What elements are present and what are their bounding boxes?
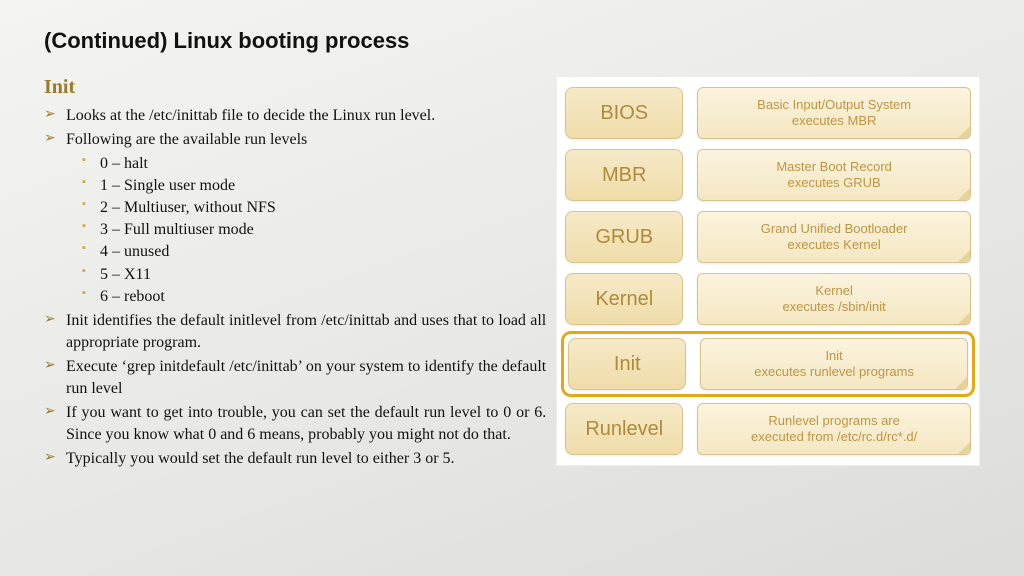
text-column: Init Looks at the /etc/inittab file to d… xyxy=(44,76,546,472)
stage-description: Master Boot Recordexecutes GRUB xyxy=(697,149,971,201)
diagram-row-bios: BIOS Basic Input/Output Systemexecutes MB… xyxy=(565,87,971,139)
stage-description: Kernelexecutes /sbin/init xyxy=(697,273,971,325)
sub-bullet-item: 2 – Multiuser, without NFS xyxy=(82,197,546,219)
diagram-row-mbr: MBR Master Boot Recordexecutes GRUB xyxy=(565,149,971,201)
sub-bullet-item: 3 – Full multiuser mode xyxy=(82,219,546,241)
stage-description: Basic Input/Output Systemexecutes MBR xyxy=(697,87,971,139)
diagram-row-grub: GRUB Grand Unified Bootloaderexecutes Ker… xyxy=(565,211,971,263)
content-area: Init Looks at the /etc/inittab file to d… xyxy=(44,76,980,472)
slide: (Continued) Linux booting process Init L… xyxy=(0,0,1024,576)
bullet-item: Typically you would set the default run … xyxy=(44,448,546,470)
stage-label: GRUB xyxy=(565,211,683,263)
stage-label: BIOS xyxy=(565,87,683,139)
diagram-row-init: Init Initexecutes runlevel programs xyxy=(561,331,975,397)
sub-bullet-item: 1 – Single user mode xyxy=(82,175,546,197)
stage-label: Init xyxy=(568,338,686,390)
sub-bullet-item: 0 – halt xyxy=(82,153,546,175)
diagram-row-runlevel: Runlevel Runlevel programs areexecuted fr… xyxy=(565,403,971,455)
bullet-item: Following are the available run levels xyxy=(44,129,546,151)
sub-bullet-item: 4 – unused xyxy=(82,241,546,263)
bullet-item: If you want to get into trouble, you can… xyxy=(44,402,546,446)
stage-description: Initexecutes runlevel programs xyxy=(700,338,968,390)
bullet-item: Looks at the /etc/inittab file to decide… xyxy=(44,105,546,127)
stage-description: Runlevel programs areexecuted from /etc/… xyxy=(697,403,971,455)
slide-title: (Continued) Linux booting process xyxy=(44,28,980,54)
stage-label: Kernel xyxy=(565,273,683,325)
sub-bullet-item: 5 – X11 xyxy=(82,264,546,286)
bullet-item: Execute ‘grep initdefault /etc/inittab’ … xyxy=(44,356,546,400)
bullet-item: Init identifies the default initlevel fr… xyxy=(44,310,546,354)
section-heading: Init xyxy=(44,76,546,99)
stage-label: Runlevel xyxy=(565,403,683,455)
boot-diagram: BIOS Basic Input/Output Systemexecutes MB… xyxy=(556,76,980,466)
diagram-row-kernel: Kernel Kernelexecutes /sbin/init xyxy=(565,273,971,325)
sub-bullet-list: 0 – halt 1 – Single user mode 2 – Multiu… xyxy=(44,153,546,308)
sub-bullet-item: 6 – reboot xyxy=(82,286,546,308)
stage-label: MBR xyxy=(565,149,683,201)
stage-description: Grand Unified Bootloaderexecutes Kernel xyxy=(697,211,971,263)
bullet-list: Looks at the /etc/inittab file to decide… xyxy=(44,105,546,470)
